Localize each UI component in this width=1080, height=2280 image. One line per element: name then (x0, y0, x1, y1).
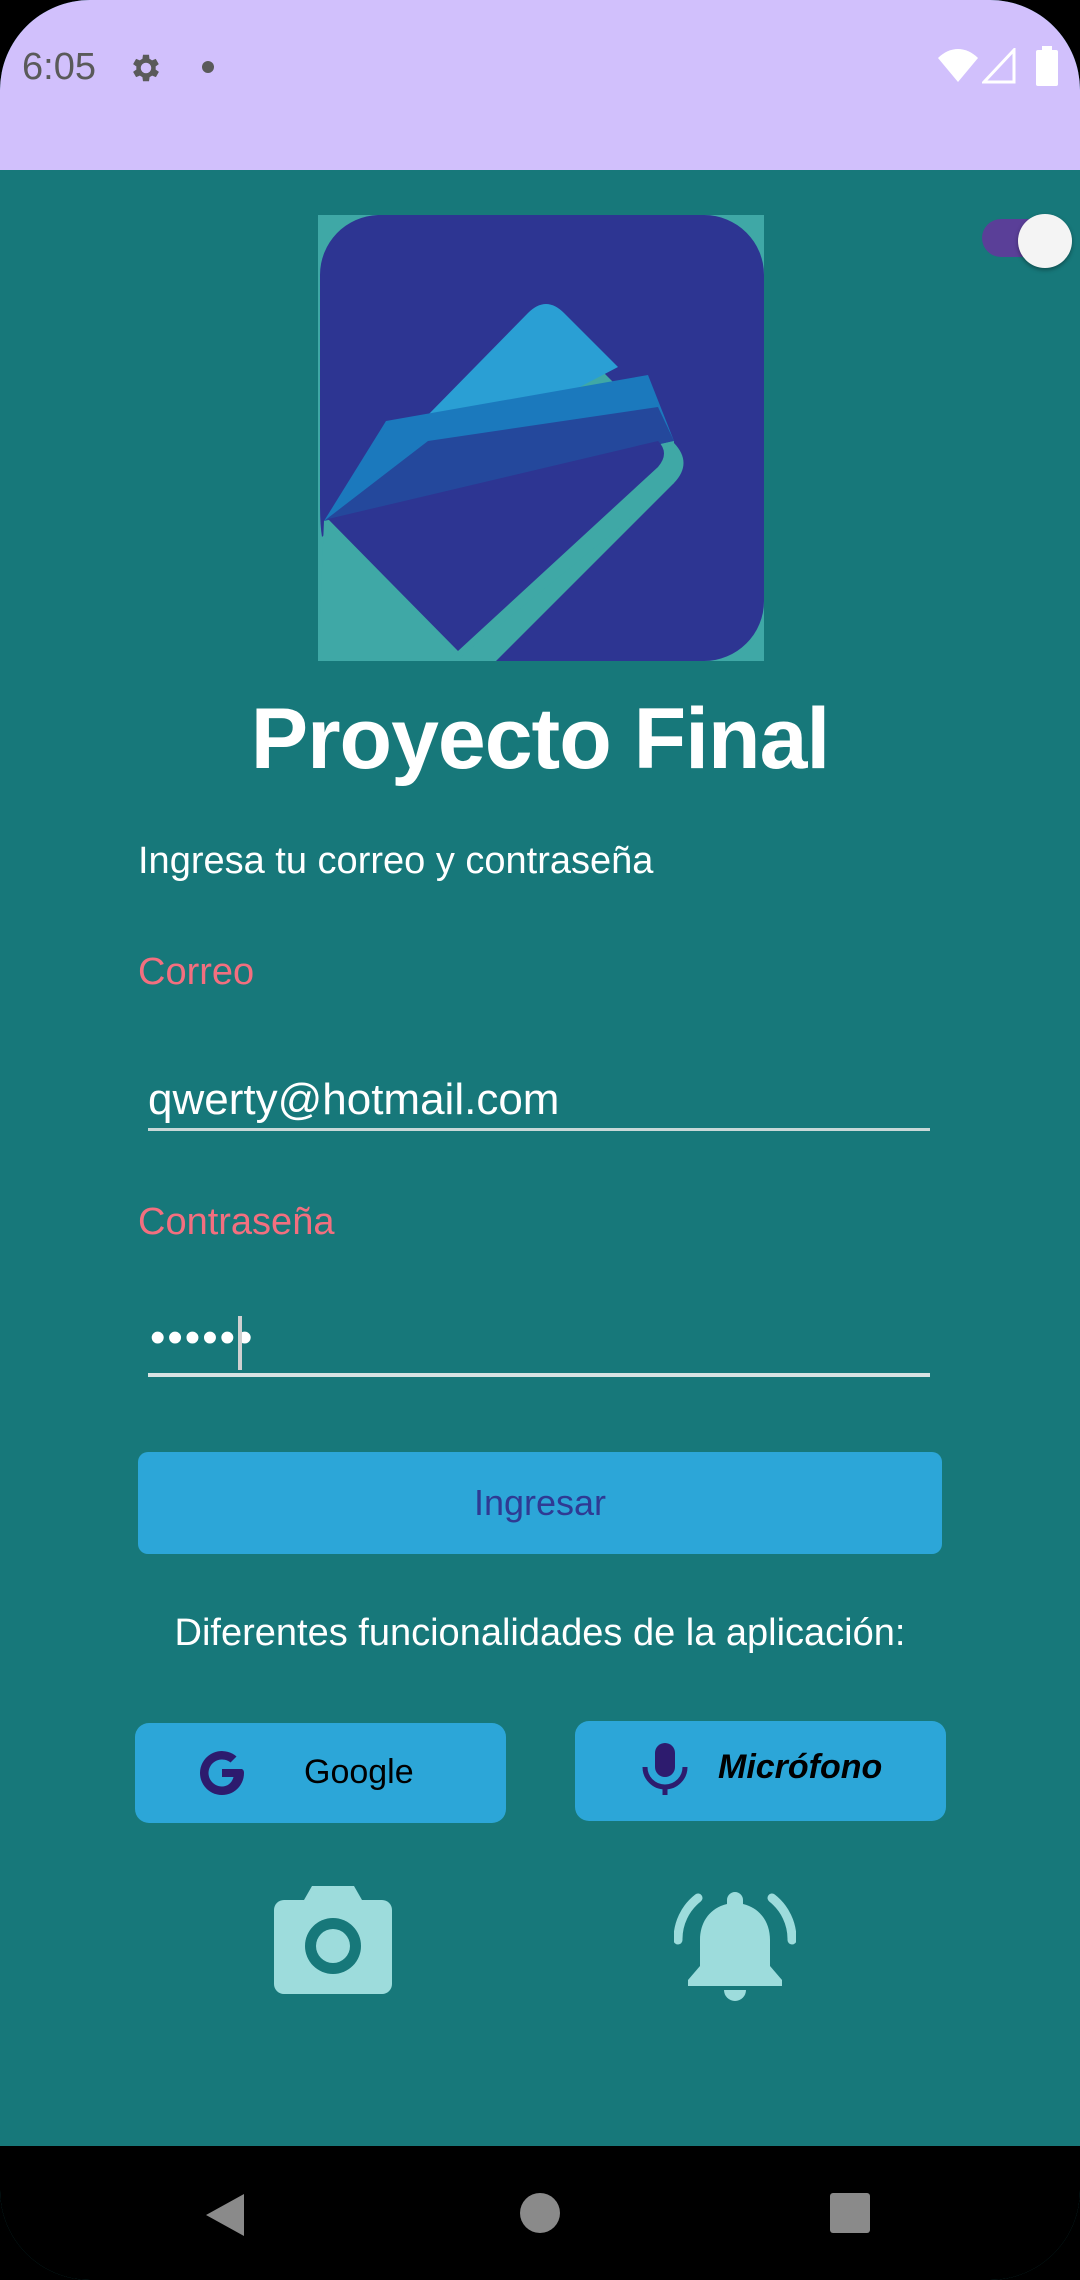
microphone-button[interactable]: Micrófono (575, 1721, 946, 1821)
email-field-underline (148, 1128, 930, 1131)
recents-icon[interactable] (829, 2193, 871, 2233)
instructions-text: Ingresa tu correo y contraseña (138, 840, 654, 882)
status-bar: 6:05 (0, 0, 1080, 170)
text-cursor (238, 1316, 242, 1370)
microphone-button-label: Micrófono (718, 1748, 883, 1786)
app-logo (318, 215, 764, 661)
email-field[interactable] (148, 1064, 930, 1136)
login-button[interactable]: Ingresar (138, 1452, 942, 1554)
password-label: Contraseña (138, 1201, 335, 1243)
app-title: Proyecto Final (250, 691, 831, 787)
bell-ringing-icon[interactable] (674, 1888, 796, 2006)
email-label: Correo (138, 951, 255, 993)
camera-icon[interactable] (274, 1886, 392, 1994)
notification-dot-icon (202, 61, 214, 73)
google-button[interactable]: Google (135, 1723, 506, 1823)
app-screen: 6:05 Proyecto Final Ingresa tu correo y … (0, 0, 1080, 2280)
signal-icon (982, 48, 1016, 84)
status-time: 6:05 (22, 46, 96, 88)
theme-toggle-switch[interactable] (982, 214, 1072, 268)
google-button-label: Google (304, 1753, 414, 1791)
back-icon[interactable] (204, 2192, 246, 2238)
password-field-underline (148, 1373, 930, 1377)
battery-icon (1036, 46, 1058, 86)
microphone-icon (642, 1743, 688, 1795)
google-icon (200, 1751, 245, 1796)
home-icon[interactable] (519, 2192, 561, 2234)
features-heading: Diferentes funcionalidades de la aplicac… (174, 1612, 906, 1654)
wifi-icon (938, 49, 978, 82)
toggle-thumb[interactable] (1018, 214, 1072, 268)
gear-icon (133, 54, 159, 82)
